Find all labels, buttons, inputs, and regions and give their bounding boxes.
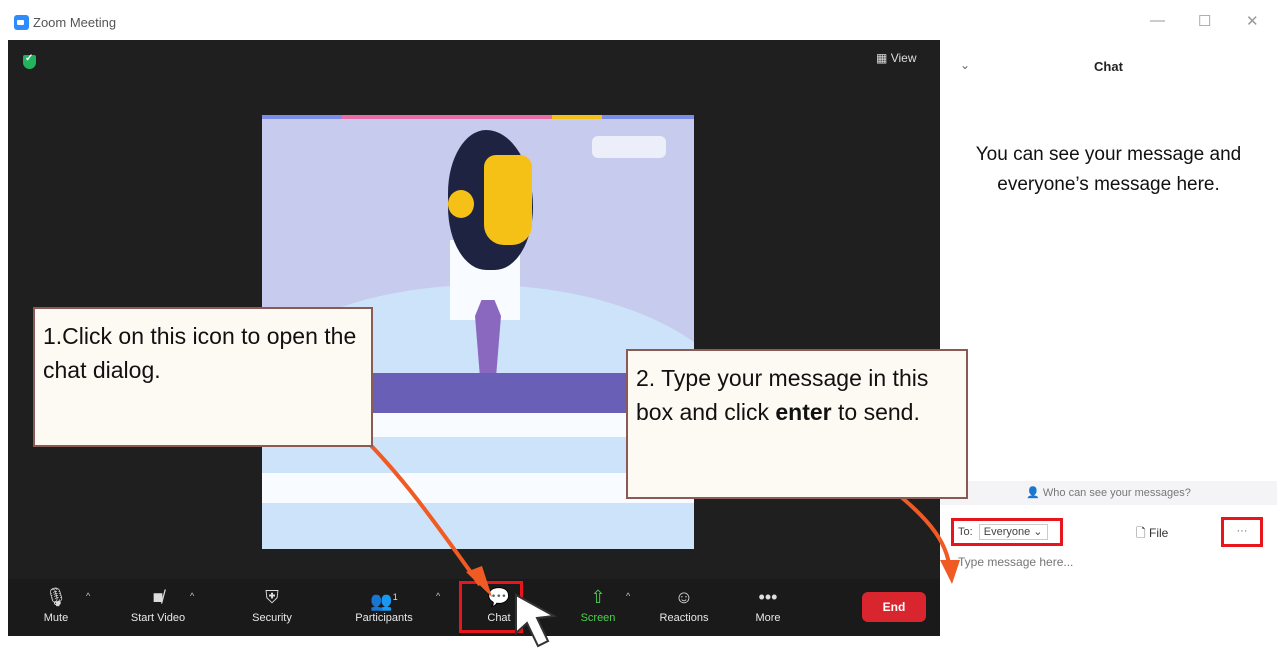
window-title: Zoom Meeting (33, 15, 117, 30)
maximize-button[interactable]: ☐ (1198, 12, 1211, 30)
file-icon: 🗋 (1136, 526, 1146, 540)
to-label: To: (958, 526, 973, 538)
more-button[interactable]: ••• More (726, 579, 810, 636)
chat-button-highlight (459, 581, 523, 633)
mute-label: Mute (43, 612, 69, 624)
video-options-chevron-icon[interactable]: ^ (190, 591, 194, 601)
reaction-smiley-icon: ☺ (674, 587, 694, 607)
minimize-button[interactable]: — (1150, 12, 1165, 29)
reactions-label: Reactions (659, 612, 709, 624)
share-options-chevron-icon[interactable]: ^ (626, 591, 630, 601)
close-button[interactable]: ✕ (1246, 12, 1259, 30)
participants-label: Participants (355, 612, 413, 624)
chat-panel: ⌄ Chat You can see your message and ever… (940, 40, 1277, 636)
step2-enter-keyword: enter (775, 399, 832, 425)
file-label: File (1149, 526, 1169, 540)
reactions-button[interactable]: ☺ Reactions (642, 579, 726, 636)
video-top-bar (602, 115, 694, 119)
participants-count: 1 (392, 592, 398, 602)
view-button[interactable]: ▦ View (876, 51, 916, 65)
video-top-bar (342, 115, 552, 119)
who-can-see-text: Who can see your messages? (1042, 487, 1191, 499)
encryption-shield-icon (23, 53, 36, 69)
end-meeting-button[interactable]: End (862, 592, 926, 622)
participants-options-chevron-icon[interactable]: ^ (436, 591, 440, 601)
shield-icon: ⛨ (265, 587, 279, 607)
step1-callout: 1.Click on this icon to open the chat di… (33, 307, 373, 447)
chat-more-options-button[interactable]: ··· (1221, 517, 1263, 547)
participants-button[interactable]: 👥1 Participants (342, 579, 426, 636)
illustration-face (484, 155, 532, 245)
recipient-selector[interactable]: To: Everyone ⌄ (951, 518, 1063, 546)
illustration-ear (448, 190, 474, 218)
security-label: Security (252, 612, 292, 624)
video-top-bar (552, 115, 602, 119)
start-video-label: Start Video (130, 612, 186, 624)
participants-icon: 👥1 (370, 591, 398, 611)
file-button[interactable]: 🗋 File (1136, 524, 1168, 545)
who-can-see-bar[interactable]: 👤 Who can see your messages? (940, 481, 1277, 505)
zoom-logo-icon (14, 15, 29, 30)
recipient-dropdown[interactable]: Everyone ⌄ (978, 524, 1048, 540)
step1-text: 1.Click on this icon to open the chat di… (43, 323, 357, 383)
step2-suffix: to send. (831, 399, 920, 425)
more-label: More (755, 612, 781, 624)
mute-button[interactable]: 🎙 Mute (14, 579, 98, 636)
start-video-button[interactable]: ■̸ Start Video (116, 579, 200, 636)
chevron-down-icon: ⌄ (1033, 526, 1043, 538)
recipient-value: Everyone (983, 526, 1031, 538)
view-label: View (890, 51, 917, 65)
people-icon: 👤 (1026, 487, 1040, 499)
video-top-bar (262, 115, 342, 119)
share-screen-button[interactable]: ⇧ Screen (556, 579, 640, 636)
video-off-icon: ■̸ (152, 587, 164, 607)
illustration-pill (592, 136, 666, 158)
security-button[interactable]: ⛨ Security (230, 579, 314, 636)
step2-callout: 2. Type your message in this box and cli… (626, 349, 968, 499)
chat-panel-title: Chat (1094, 59, 1123, 74)
audio-options-chevron-icon[interactable]: ^ (86, 591, 90, 601)
chat-message-input[interactable] (956, 554, 1260, 570)
title-bar: Zoom Meeting — ☐ ✕ (0, 0, 1277, 40)
more-dots-icon: ••• (758, 587, 778, 607)
chat-info-text: You can see your message and everyone’s … (975, 144, 1242, 195)
illustration-desk-stripe (262, 503, 694, 549)
share-screen-label: Screen (580, 612, 616, 624)
grid-icon: ▦ (876, 51, 888, 65)
